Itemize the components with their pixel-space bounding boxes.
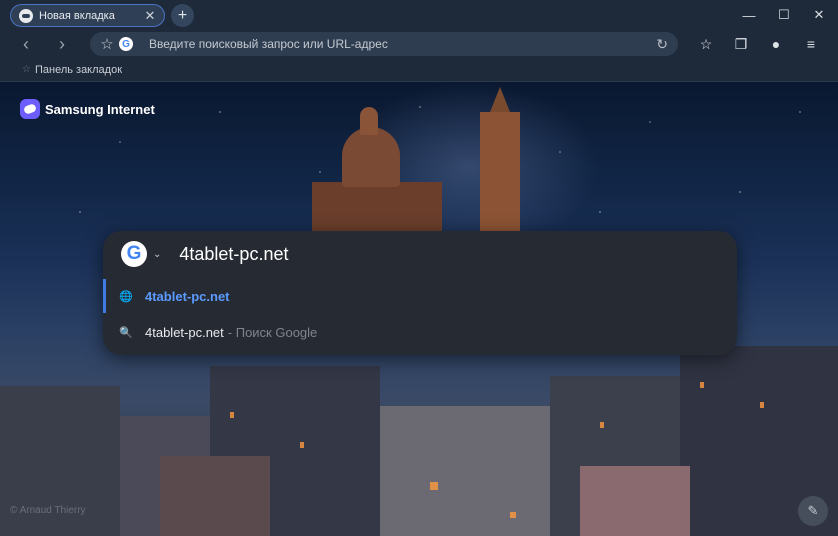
bookmarks-icon[interactable]: ☆ (696, 35, 716, 53)
suggestion-text: 4tablet-pc.net (145, 324, 224, 340)
chevron-down-icon[interactable]: ⌄ (153, 249, 161, 260)
samsung-internet-icon (19, 8, 33, 23)
lit-window (430, 482, 438, 490)
lit-window (600, 422, 604, 428)
maximize-button[interactable]: ☐ (773, 5, 795, 25)
lit-window (300, 442, 304, 448)
forward-button[interactable]: › (50, 33, 74, 55)
tab-strip: Новая вкладка ✕ + — ☐ ✕ (0, 0, 838, 30)
bookmarks-bar: ☆ Панель закладок (0, 58, 838, 82)
profile-icon[interactable]: ● (766, 35, 786, 53)
basilica-dome (342, 127, 400, 187)
photo-credit: © Arnaud Thierry (10, 505, 86, 516)
lit-window (760, 402, 764, 408)
suggestion-suffix: - Поиск Google (227, 324, 318, 340)
search-icon: 🔍 (119, 326, 133, 339)
brand-name: Samsung Internet (45, 101, 155, 117)
lit-window (230, 412, 234, 418)
bell-tower (480, 112, 520, 232)
back-button[interactable]: ‹ (14, 33, 38, 55)
address-placeholder[interactable]: Введите поисковый запрос или URL-адрес (149, 37, 388, 51)
star-icon[interactable]: ☆ (98, 35, 116, 53)
reload-icon[interactable]: ↻ (656, 36, 668, 53)
new-tab-page: Samsung Internet G ⌄ 4tablet-pc.net 🌐 4t… (0, 82, 838, 536)
building (160, 456, 270, 536)
bookmark-folder-icon: ☆ (22, 64, 31, 75)
search-input[interactable]: 4tablet-pc.net (179, 244, 288, 265)
suggestion-item[interactable]: 🔍 4tablet-pc.net - Поиск Google (103, 315, 737, 349)
tab-close-button[interactable]: ✕ (142, 8, 158, 24)
search-box[interactable]: G ⌄ 4tablet-pc.net (103, 231, 737, 277)
minimize-button[interactable]: — (738, 5, 760, 25)
building (380, 406, 550, 536)
suggestion-text: 4tablet-pc.net (145, 288, 230, 304)
globe-icon: 🌐 (119, 290, 133, 303)
tab-manager-icon[interactable]: ❐ (731, 35, 751, 53)
basilica-cupola (360, 107, 378, 135)
bookmarks-bar-label[interactable]: Панель закладок (35, 64, 122, 76)
tab-title: Новая вкладка (39, 9, 115, 22)
building (580, 466, 690, 536)
google-icon[interactable]: G (119, 37, 133, 51)
google-icon[interactable]: G (121, 241, 147, 267)
edit-button[interactable]: ✎ (798, 496, 828, 526)
lit-window (700, 382, 704, 388)
close-window-button[interactable]: ✕ (808, 5, 830, 25)
menu-icon[interactable]: ≡ (801, 35, 821, 53)
samsung-internet-logo-icon (20, 99, 40, 119)
lit-window (510, 512, 516, 518)
toolbar: ‹ › ☆ G Введите поисковый запрос или URL… (0, 30, 838, 58)
address-bar[interactable]: ☆ G Введите поисковый запрос или URL-адр… (90, 32, 678, 56)
brand-logo: Samsung Internet (20, 99, 155, 119)
suggestion-item[interactable]: 🌐 4tablet-pc.net (103, 279, 737, 313)
new-tab-button[interactable]: + (171, 4, 194, 27)
search-dropdown: G ⌄ 4tablet-pc.net 🌐 4tablet-pc.net 🔍 4t… (103, 231, 737, 355)
tab-new-tab[interactable]: Новая вкладка ✕ (10, 4, 165, 27)
